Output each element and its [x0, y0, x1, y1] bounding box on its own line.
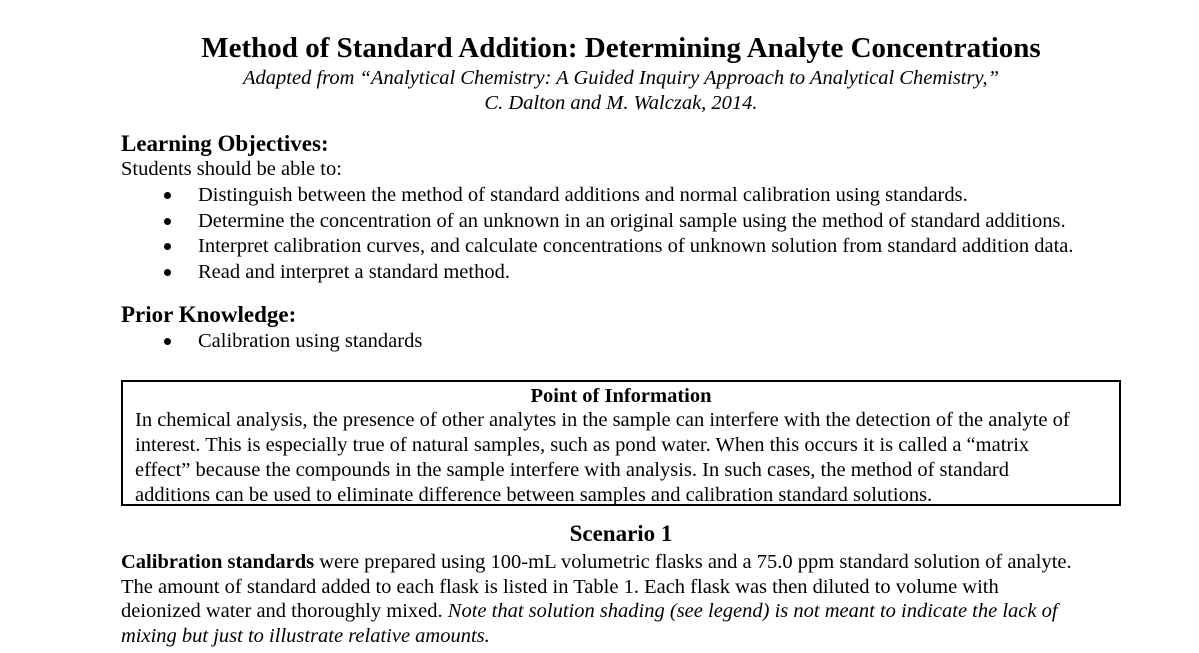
scenario-line: Calibration standards were prepared usin…	[121, 550, 1072, 575]
scenario-note-line: mixing but just to illustrate relative a…	[121, 624, 490, 647]
scenario-paragraph: Calibration standards were prepared usin…	[121, 550, 1072, 648]
document-page: Method of Standard Addition: Determining…	[0, 0, 1199, 653]
poi-line: effect” because the compounds in the sam…	[135, 459, 1009, 481]
bullet-icon	[164, 338, 171, 345]
list-item-text: Distinguish between the method of standa…	[198, 184, 968, 206]
bullet-icon	[164, 192, 171, 199]
bullet-icon	[164, 243, 171, 250]
scenario-bold-term: Calibration standards	[121, 551, 315, 573]
list-item-text: Read and interpret a standard method.	[198, 260, 510, 283]
document-subtitle-authors: C. Dalton and M. Walczak, 2014.	[484, 92, 758, 114]
poi-line: In chemical analysis, the presence of ot…	[135, 409, 1070, 431]
bullet-icon	[164, 217, 171, 225]
poi-line: interest. This is especially true of nat…	[135, 434, 1030, 456]
list-item-text: Determine the concentration of an unknow…	[198, 209, 1066, 232]
point-of-information-box: Point of Information In chemical analysi…	[121, 380, 1121, 506]
poi-line: additions can be used to eliminate diffe…	[135, 484, 933, 506]
bullet-icon	[164, 268, 171, 276]
scenario-title: Scenario 1	[569, 521, 673, 546]
scenario-text: were prepared using 100-mL volumetric fl…	[314, 551, 1072, 573]
scenario-line: The amount of standard added to each fla…	[121, 575, 999, 598]
scenario-text: deionized water and thoroughly mixed.	[121, 600, 448, 622]
learning-objectives-heading: Learning Objectives:	[121, 131, 329, 156]
list-item-text: Interpret calibration curves, and calcul…	[198, 235, 1074, 257]
learning-objectives-intro: Students should be able to:	[121, 158, 342, 180]
point-of-information-title: Point of Information	[530, 385, 712, 407]
point-of-information-text: In chemical analysis, the presence of ot…	[135, 408, 1070, 508]
scenario-note: Note that solution shading (see legend) …	[447, 600, 1058, 622]
scenario-line: deionized water and thoroughly mixed. No…	[121, 599, 1072, 624]
document-subtitle-source: Adapted from “Analytical Chemistry: A Gu…	[243, 67, 999, 89]
list-item-text: Calibration using standards	[198, 330, 423, 352]
document-title: Method of Standard Addition: Determining…	[201, 32, 1041, 64]
prior-knowledge-heading: Prior Knowledge:	[121, 302, 297, 327]
